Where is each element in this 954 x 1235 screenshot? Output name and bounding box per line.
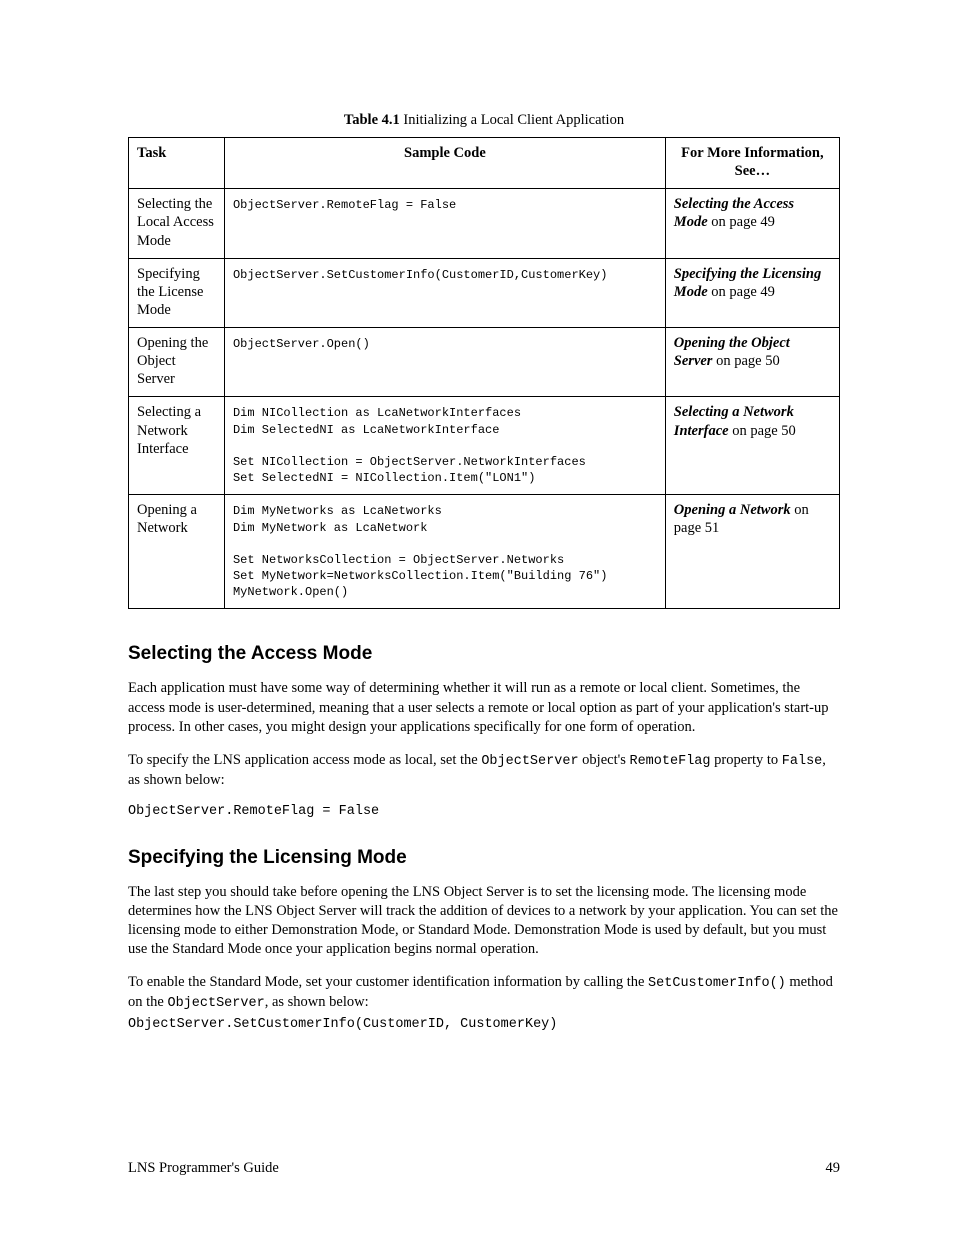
body-paragraph: To specify the LNS application access mo…: [128, 751, 840, 790]
table-caption: Table 4.1 Initializing a Local Client Ap…: [128, 112, 840, 129]
text-run: To enable the Standard Mode, set your cu…: [128, 974, 648, 990]
inline-code: False: [782, 754, 823, 769]
cell-info: Selecting the Access Mode on page 49: [665, 189, 839, 258]
cell-task: Selecting the Local Access Mode: [129, 189, 225, 258]
table-row: Selecting a Network Interface Dim NIColl…: [129, 397, 840, 495]
cell-code: Dim MyNetworks as LcaNetworks Dim MyNetw…: [224, 495, 665, 609]
table-header-row: Task Sample Code For More Information, S…: [129, 138, 840, 189]
info-rest: on page 49: [708, 284, 775, 300]
heading-selecting-access-mode: Selecting the Access Mode: [128, 643, 840, 665]
cell-info: Opening the Object Server on page 50: [665, 328, 839, 397]
body-paragraph: The last step you should take before ope…: [128, 883, 840, 960]
heading-specifying-licensing-mode: Specifying the Licensing Mode: [128, 847, 840, 869]
cell-task: Opening a Network: [129, 495, 225, 609]
th-info: For More Information, See…: [665, 138, 839, 189]
init-table: Task Sample Code For More Information, S…: [128, 137, 840, 609]
body-paragraph: Each application must have some way of d…: [128, 679, 840, 736]
body-paragraph: To enable the Standard Mode, set your cu…: [128, 973, 840, 1013]
inline-code: RemoteFlag: [629, 754, 710, 769]
table-row: Specifying the License Mode ObjectServer…: [129, 258, 840, 327]
table-row: Selecting the Local Access Mode ObjectSe…: [129, 189, 840, 258]
text-run: property to: [711, 752, 782, 768]
th-code: Sample Code: [224, 138, 665, 189]
cell-task: Specifying the License Mode: [129, 258, 225, 327]
cell-code: Dim NICollection as LcaNetworkInterfaces…: [224, 397, 665, 495]
page: Table 4.1 Initializing a Local Client Ap…: [0, 0, 954, 1235]
info-rest: on page 49: [708, 214, 775, 230]
info-rest: on page 50: [712, 353, 779, 369]
code-block: ObjectServer.RemoteFlag = False: [128, 804, 840, 819]
cell-task: Opening the Object Server: [129, 328, 225, 397]
text-run: , as shown below:: [265, 994, 369, 1010]
info-link: Opening a Network: [674, 502, 791, 518]
cell-task: Selecting a Network Interface: [129, 397, 225, 495]
table-row: Opening the Object Server ObjectServer.O…: [129, 328, 840, 397]
text-run: object's: [579, 752, 630, 768]
cell-info: Specifying the Licensing Mode on page 49: [665, 258, 839, 327]
table-row: Opening a Network Dim MyNetworks as LcaN…: [129, 495, 840, 609]
info-rest: on page 50: [729, 423, 796, 439]
th-task: Task: [129, 138, 225, 189]
inline-code: ObjectServer: [481, 754, 578, 769]
cell-info: Opening a Network on page 51: [665, 495, 839, 609]
footer-title: LNS Programmer's Guide: [128, 1160, 279, 1177]
cell-info: Selecting a Network Interface on page 50: [665, 397, 839, 495]
footer-page-number: 49: [826, 1160, 841, 1177]
text-run: To specify the LNS application access mo…: [128, 752, 481, 768]
inline-code: SetCustomerInfo(): [648, 976, 786, 991]
cell-code: ObjectServer.SetCustomerInfo(CustomerID,…: [224, 258, 665, 327]
code-block: ObjectServer.SetCustomerInfo(CustomerID,…: [128, 1017, 840, 1032]
table-caption-text: Initializing a Local Client Application: [403, 112, 624, 128]
table-caption-label: Table 4.1: [344, 112, 400, 128]
cell-code: ObjectServer.Open(): [224, 328, 665, 397]
inline-code: ObjectServer: [167, 996, 264, 1011]
cell-code: ObjectServer.RemoteFlag = False: [224, 189, 665, 258]
page-footer: LNS Programmer's Guide 49: [128, 1160, 840, 1177]
